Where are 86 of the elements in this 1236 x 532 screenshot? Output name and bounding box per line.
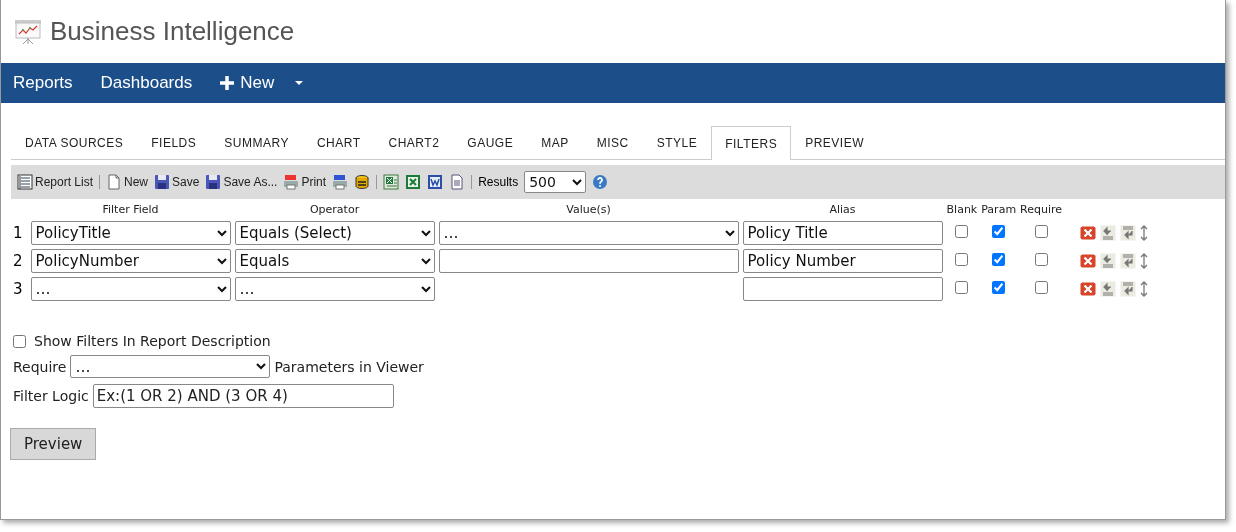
field-select[interactable]: … (30, 277, 231, 301)
move-down-icon[interactable] (1120, 281, 1137, 297)
nav-link[interactable]: Dashboards (100, 73, 193, 93)
row-number: 2 (12, 251, 24, 272)
require-select[interactable]: … (70, 355, 271, 378)
app-title: Business Intelligence (50, 16, 295, 47)
tab[interactable]: MAP (527, 126, 583, 159)
word-document-icon[interactable] (427, 174, 444, 190)
column-header: Require (1019, 202, 1064, 218)
tab[interactable]: STYLE (642, 126, 712, 159)
caret-icon[interactable] (294, 80, 305, 86)
tab[interactable]: FIELDS (137, 126, 211, 159)
tab[interactable]: CHART2 (374, 126, 454, 159)
column-header: Value(s) (565, 202, 612, 218)
results-select[interactable]: 500 (524, 171, 587, 193)
blank-checkbox[interactable] (955, 253, 969, 266)
toolbar-button[interactable]: Save As... (205, 174, 278, 190)
move-up-icon[interactable] (1100, 225, 1117, 241)
column-header: Alias (828, 202, 857, 218)
row-number: 1 (12, 223, 24, 244)
move-down-icon[interactable] (1120, 253, 1137, 269)
param-checkbox[interactable] (992, 225, 1006, 238)
document-icon[interactable] (449, 174, 466, 190)
spreadsheet-icon[interactable] (405, 174, 422, 190)
tab[interactable]: FILTERS (711, 126, 792, 160)
tab[interactable]: PREVIEW (791, 126, 878, 159)
column-header: Param (980, 202, 1018, 218)
tab[interactable]: MISC (582, 126, 643, 159)
nav-link-label[interactable]: New (240, 73, 275, 93)
require-label: Require (13, 358, 67, 375)
tab[interactable]: SUMMARY (210, 126, 303, 159)
column-header: Operator (308, 202, 361, 218)
filter-logic-label: Filter Logic (13, 388, 89, 404)
move-down-icon[interactable] (1120, 225, 1137, 241)
nav-link[interactable]: Reports (13, 73, 73, 93)
results-label: Results (478, 175, 519, 189)
blank-checkbox[interactable] (955, 281, 969, 294)
alias-field[interactable]: Policy Number (742, 249, 943, 273)
row-number: 3 (12, 279, 24, 300)
tab[interactable]: GAUGE (453, 126, 528, 159)
operator-select[interactable]: Equals (Select) (234, 221, 435, 245)
value-field[interactable] (438, 249, 739, 273)
require-checkbox[interactable] (1034, 281, 1048, 294)
field-select[interactable]: PolicyTitle (30, 221, 231, 245)
toolbar-button[interactable]: Print (283, 174, 327, 190)
operator-select[interactable]: … (234, 277, 435, 301)
blank-checkbox[interactable] (955, 225, 969, 238)
operator-select[interactable]: Equals (234, 249, 435, 273)
drag-handle-icon[interactable] (1140, 225, 1149, 241)
checkbox-label: Show Filters In Report Description (34, 333, 271, 349)
require-checkbox[interactable] (1034, 225, 1048, 238)
value-select[interactable]: … (438, 221, 739, 245)
toolbar-button[interactable]: Save (154, 174, 200, 190)
delete-icon[interactable] (1080, 253, 1097, 269)
toolbar-button[interactable]: New (106, 174, 149, 190)
database-icon[interactable] (354, 174, 371, 190)
drag-handle-icon[interactable] (1140, 281, 1149, 297)
printer-icon[interactable] (283, 174, 300, 190)
list-icon[interactable] (17, 174, 33, 190)
tab[interactable]: DATA SOURCES (11, 126, 138, 159)
column-header: Filter Field (101, 202, 160, 218)
delete-icon[interactable] (1080, 281, 1097, 297)
show-filters-checkbox[interactable] (13, 334, 26, 348)
column-header: Blank (945, 202, 979, 218)
help-icon[interactable] (592, 174, 609, 190)
preview-button[interactable]: Preview (10, 428, 97, 460)
toolbar-button[interactable]: Report List (17, 174, 94, 190)
alias-field[interactable]: Policy Title (742, 221, 943, 245)
plus-icon (220, 76, 235, 90)
filter-logic-field[interactable]: Ex:(1 OR 2) AND (3 OR 4) (92, 384, 394, 408)
require-checkbox[interactable] (1034, 253, 1048, 266)
param-checkbox[interactable] (992, 281, 1006, 294)
param-checkbox[interactable] (992, 253, 1006, 266)
tab[interactable]: CHART (302, 126, 375, 159)
drag-handle-icon[interactable] (1140, 253, 1149, 269)
field-select[interactable]: PolicyNumber (30, 249, 231, 273)
printer-icon[interactable] (332, 174, 349, 190)
delete-icon[interactable] (1080, 225, 1097, 241)
spreadsheet-icon[interactable] (383, 174, 400, 190)
presentation-board-icon (14, 18, 42, 45)
require-suffix: Parameters in Viewer (274, 358, 424, 375)
document-icon[interactable] (106, 174, 123, 190)
nav-link[interactable]: New (220, 73, 305, 93)
alias-field[interactable] (742, 277, 943, 301)
move-up-icon[interactable] (1100, 253, 1117, 269)
move-up-icon[interactable] (1100, 281, 1117, 297)
